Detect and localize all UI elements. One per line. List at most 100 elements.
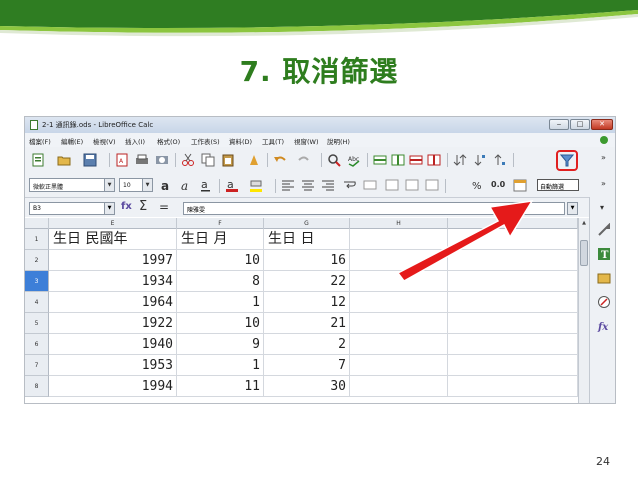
- select-all-corner[interactable]: [25, 218, 49, 229]
- align-center-icon[interactable]: [301, 178, 315, 192]
- gallery-icon[interactable]: [597, 271, 611, 285]
- delete-row-icon[interactable]: [409, 153, 423, 167]
- table-cell[interactable]: [448, 292, 578, 313]
- table-cell[interactable]: [448, 313, 578, 334]
- font-color-icon[interactable]: a: [225, 178, 239, 192]
- table-cell[interactable]: 1994: [49, 376, 177, 397]
- toolbar-overflow-icon[interactable]: »: [601, 179, 606, 188]
- delete-column-icon[interactable]: [427, 153, 441, 167]
- italic-icon[interactable]: a: [179, 178, 193, 192]
- table-cell[interactable]: 7: [264, 355, 350, 376]
- table-cell[interactable]: 生日 月: [177, 229, 264, 250]
- paste-icon[interactable]: [221, 153, 235, 167]
- table-cell[interactable]: 12: [264, 292, 350, 313]
- sidebar-menu-icon[interactable]: ▾: [600, 203, 604, 212]
- table-cell[interactable]: 10: [177, 250, 264, 271]
- formula-icon[interactable]: =: [159, 200, 169, 214]
- menu-edit[interactable]: 編輯(E): [61, 136, 83, 146]
- column-header-e[interactable]: E: [49, 218, 177, 229]
- align-left-icon[interactable]: [281, 178, 295, 192]
- sort-ascending-icon[interactable]: [473, 153, 487, 167]
- date-icon[interactable]: [513, 178, 527, 192]
- menu-data[interactable]: 資料(D): [229, 136, 252, 146]
- table-cell[interactable]: 1964: [49, 292, 177, 313]
- minimize-button[interactable]: ‒: [549, 119, 569, 130]
- bold-icon[interactable]: a: [159, 178, 173, 192]
- table-cell[interactable]: 9: [177, 334, 264, 355]
- menu-insert[interactable]: 插入(I): [125, 136, 145, 146]
- table-cell[interactable]: 10: [177, 313, 264, 334]
- table-cell[interactable]: 生日 日: [264, 229, 350, 250]
- menu-window[interactable]: 視窗(W): [294, 136, 319, 146]
- table-cell[interactable]: 1: [177, 355, 264, 376]
- function-wizard-icon[interactable]: fx: [121, 201, 132, 212]
- table-cell[interactable]: 22: [264, 271, 350, 292]
- column-icon[interactable]: [391, 153, 405, 167]
- new-document-icon[interactable]: [31, 153, 45, 167]
- menu-view[interactable]: 檢視(V): [93, 136, 116, 146]
- styles-icon[interactable]: T: [597, 247, 611, 261]
- column-header-f[interactable]: F: [177, 218, 264, 229]
- align-right-icon[interactable]: [321, 178, 335, 192]
- table-cell[interactable]: [350, 313, 448, 334]
- menu-help[interactable]: 說明(H): [327, 136, 350, 146]
- update-icon[interactable]: [599, 135, 609, 145]
- table-cell[interactable]: [448, 376, 578, 397]
- align-top-icon[interactable]: [385, 178, 399, 192]
- table-cell[interactable]: 1922: [49, 313, 177, 334]
- row-header[interactable]: 4: [25, 292, 49, 313]
- table-cell[interactable]: 16: [264, 250, 350, 271]
- functions-icon[interactable]: fx: [597, 319, 611, 333]
- chevron-down-icon[interactable]: ▼: [104, 203, 114, 214]
- table-cell[interactable]: 2: [264, 334, 350, 355]
- navigator-icon[interactable]: [597, 295, 611, 309]
- table-cell[interactable]: [350, 292, 448, 313]
- row-header[interactable]: 1: [25, 229, 49, 250]
- scroll-thumb[interactable]: [580, 240, 588, 266]
- menu-file[interactable]: 檔案(F): [29, 136, 51, 146]
- row-header[interactable]: 2: [25, 250, 49, 271]
- toolbar-overflow-icon[interactable]: »: [601, 153, 606, 162]
- table-cell[interactable]: 8: [177, 271, 264, 292]
- export-pdf-icon[interactable]: A: [115, 153, 129, 167]
- close-button[interactable]: ✕: [591, 119, 613, 130]
- print-preview-icon[interactable]: [155, 153, 169, 167]
- row-header[interactable]: 3: [25, 271, 49, 292]
- table-cell[interactable]: 1997: [49, 250, 177, 271]
- open-icon[interactable]: [57, 153, 71, 167]
- vertical-scrollbar[interactable]: ▲: [578, 218, 589, 403]
- find-replace-icon[interactable]: [327, 153, 341, 167]
- number-format-label[interactable]: 0.0: [491, 180, 505, 189]
- underline-icon[interactable]: a: [199, 178, 213, 192]
- cut-icon[interactable]: [181, 153, 195, 167]
- merge-cells-icon[interactable]: [363, 178, 377, 192]
- menu-tools[interactable]: 工具(T): [262, 136, 284, 146]
- table-cell[interactable]: 生日 民國年: [49, 229, 177, 250]
- print-icon[interactable]: [135, 153, 149, 167]
- sort-icon[interactable]: [453, 153, 467, 167]
- percent-icon[interactable]: %: [471, 178, 485, 192]
- name-box[interactable]: B3 ▼: [29, 202, 115, 215]
- highlighting-icon[interactable]: [249, 178, 263, 192]
- align-middle-icon[interactable]: [405, 178, 419, 192]
- row-icon[interactable]: [373, 153, 387, 167]
- table-cell[interactable]: 1940: [49, 334, 177, 355]
- chevron-down-icon[interactable]: ▼: [104, 179, 114, 191]
- table-cell[interactable]: [350, 376, 448, 397]
- align-bottom-icon[interactable]: [425, 178, 439, 192]
- save-icon[interactable]: [83, 153, 97, 167]
- sort-descending-icon[interactable]: [493, 153, 507, 167]
- font-size-combo[interactable]: 10 ▼: [119, 178, 153, 192]
- row-header[interactable]: 7: [25, 355, 49, 376]
- clone-formatting-icon[interactable]: [247, 153, 261, 167]
- spelling-icon[interactable]: Abc: [347, 153, 361, 167]
- row-header[interactable]: 8: [25, 376, 49, 397]
- redo-icon[interactable]: [297, 153, 311, 167]
- table-cell[interactable]: [350, 334, 448, 355]
- row-header[interactable]: 5: [25, 313, 49, 334]
- properties-icon[interactable]: [597, 223, 611, 237]
- menu-sheet[interactable]: 工作表(S): [191, 136, 220, 146]
- wrap-text-icon[interactable]: [343, 178, 357, 192]
- maximize-button[interactable]: □: [570, 119, 590, 130]
- table-cell[interactable]: 1934: [49, 271, 177, 292]
